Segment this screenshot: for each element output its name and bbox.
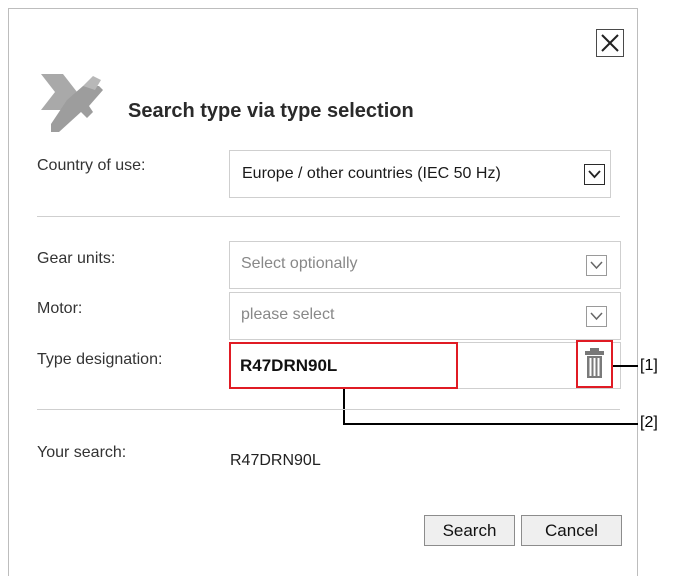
close-button[interactable] xyxy=(596,29,624,57)
callout-2-label: [2] xyxy=(640,414,658,431)
callout-2-line-vertical xyxy=(343,389,345,425)
cancel-button[interactable]: Cancel xyxy=(521,515,622,546)
search-button[interactable]: Search xyxy=(424,515,515,546)
motor-select[interactable]: please select xyxy=(229,292,621,340)
your-search-value: R47DRN90L xyxy=(230,452,321,469)
motor-select-value: please select xyxy=(241,306,335,323)
callout-1-line xyxy=(613,365,638,367)
gear-units-select-value: Select optionally xyxy=(241,255,358,272)
chevron-down-icon[interactable] xyxy=(584,164,605,185)
country-select-value: Europe / other countries (IEC 50 Hz) xyxy=(242,165,501,182)
callout-2-line-horizontal xyxy=(343,423,638,425)
trash-icon xyxy=(585,348,604,378)
callout-1-label: [1] xyxy=(640,357,658,374)
type-designation-label: Type designation: xyxy=(37,351,163,368)
dialog-title: Search type via type selection xyxy=(128,100,414,122)
divider xyxy=(37,409,620,410)
tools-logo-icon xyxy=(41,74,103,132)
divider xyxy=(37,216,620,217)
delete-button[interactable] xyxy=(576,340,613,388)
country-select[interactable]: Europe / other countries (IEC 50 Hz) xyxy=(229,150,611,198)
type-designation-input[interactable]: R47DRN90L xyxy=(229,342,458,389)
gear-units-select[interactable]: Select optionally xyxy=(229,241,621,289)
chevron-down-icon[interactable] xyxy=(586,306,607,327)
country-label: Country of use: xyxy=(37,157,146,174)
close-icon xyxy=(601,34,619,52)
chevron-down-icon[interactable] xyxy=(586,255,607,276)
gear-units-label: Gear units: xyxy=(37,250,116,267)
your-search-label: Your search: xyxy=(37,444,127,461)
motor-label: Motor: xyxy=(37,300,83,317)
